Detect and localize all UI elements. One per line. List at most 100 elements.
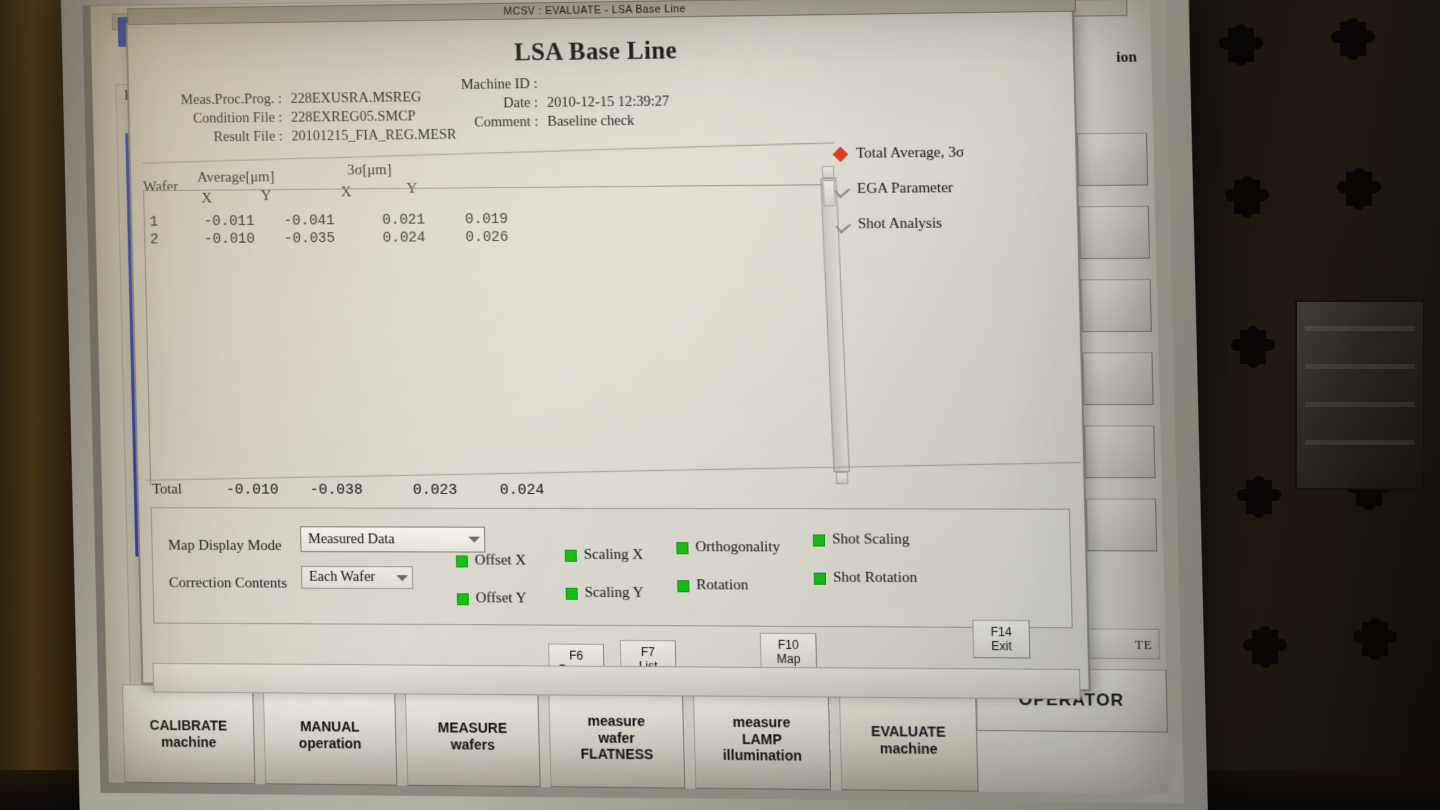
label-correction-contents: Correction Contents	[168, 575, 288, 592]
cell-avg-x: -0.011	[203, 213, 255, 231]
checkbox-rotation[interactable]: Rotation	[677, 577, 748, 594]
checkbox-checked-icon	[455, 554, 469, 567]
radio-unselected-check-icon	[836, 184, 848, 196]
cell-sig-y: 0.019	[464, 211, 509, 229]
view-mode-radio-group: Total Average, 3σ EGA Parameter Shot Ana…	[835, 144, 1072, 252]
lsa-base-line-dialog: MCSV : EVALUATE - LSA Base Line LSA Base…	[125, 0, 1091, 700]
panel-hole-icon	[1237, 476, 1281, 518]
checkbox-label: Offset Y	[475, 590, 527, 607]
checkbox-scaling-y[interactable]: Scaling Y	[565, 584, 644, 602]
scrollbar-thumb[interactable]	[822, 179, 836, 207]
fkey-number: F6	[569, 648, 584, 663]
column-group-3sigma: 3σ[μm]	[346, 162, 392, 179]
cell-sig-x: 0.021	[382, 212, 426, 229]
info-right-column: Machine ID : Date : 2010-12-15 12:39:27 …	[441, 73, 670, 132]
screenshot-root: F S ion TE OPERATOR CALIBRATE mac	[0, 0, 1440, 810]
checkbox-shot-scaling[interactable]: Shot Scaling	[812, 531, 910, 548]
nav-label-line2: machine	[161, 733, 217, 751]
checkbox-label: Scaling Y	[584, 584, 644, 602]
info-value: 228EXREG05.SMCP	[290, 108, 416, 126]
radio-selected-diamond-icon	[835, 148, 847, 160]
background-side-button[interactable]	[1080, 278, 1152, 333]
info-label: Comment :	[473, 113, 539, 131]
info-value: 20101215_FIA_REG.MESR	[291, 126, 457, 145]
nav-label-line1: measure	[732, 714, 791, 731]
background-side-button[interactable]	[1078, 205, 1151, 260]
nav-button-measure-wafer-flatness[interactable]: measure wafer FLATNESS	[548, 687, 686, 789]
bottom-nav-strip: CALIBRATE machine MANUAL operation MEASU…	[122, 684, 979, 792]
nav-label-line3: illumination	[722, 747, 803, 764]
panel-hole-icon	[1331, 18, 1375, 60]
checkbox-checked-icon	[565, 587, 578, 600]
background-right-button-stack[interactable]	[1076, 132, 1158, 572]
table-row[interactable]: 2 -0.010 -0.035 0.024 0.026	[150, 228, 562, 249]
nav-label-line1: measure	[587, 712, 646, 730]
info-value: Baseline check	[547, 112, 635, 130]
total-avg-y: -0.038	[309, 481, 363, 499]
monitor-screen: F S ion TE OPERATOR CALIBRATE mac	[90, 0, 1170, 794]
info-label: Machine ID :	[460, 76, 538, 93]
nav-button-manual-operation[interactable]: MANUAL operation	[262, 685, 398, 786]
checkbox-orthogonality[interactable]: Orthogonality	[676, 539, 780, 556]
panel-hole-icon	[1353, 618, 1397, 660]
checkbox-offset-y[interactable]: Offset Y	[456, 590, 527, 607]
radio-label: Shot Analysis	[857, 215, 943, 233]
info-row-comment: Comment : Baseline check	[442, 111, 670, 132]
scroll-down-arrow-icon[interactable]	[835, 471, 849, 485]
chevron-down-icon	[396, 574, 409, 581]
nav-label-line3: FLATNESS	[580, 745, 654, 763]
checkbox-shot-rotation[interactable]: Shot Rotation	[813, 569, 918, 588]
nav-label-line2: machine	[879, 740, 938, 757]
background-side-button[interactable]	[1085, 498, 1158, 552]
nav-button-measure-lamp-illumination[interactable]: measure LAMP illumination	[692, 688, 832, 791]
nav-label-line1: CALIBRATE	[149, 717, 228, 734]
correction-contents-dropdown[interactable]: Each Wafer	[300, 565, 414, 590]
background-side-button[interactable]	[1084, 425, 1156, 479]
checkbox-label: Shot Rotation	[832, 569, 918, 587]
checkbox-checked-icon	[812, 533, 826, 547]
total-sig-y: 0.024	[499, 481, 545, 499]
map-display-mode-value: Measured Data	[307, 530, 395, 547]
info-left-column: Meas.Proc.Prog. : 228EXUSRA.MSREG Condit…	[158, 88, 457, 148]
checkbox-scaling-x[interactable]: Scaling X	[564, 547, 644, 564]
panel-hole-icon	[1225, 176, 1269, 218]
scroll-up-arrow-icon[interactable]	[821, 165, 835, 179]
function-key-f10-map[interactable]: F10 Map	[759, 632, 818, 672]
info-value: 228EXUSRA.MSREG	[290, 89, 422, 107]
fkey-number: F14	[990, 624, 1012, 639]
function-key-f14-exit[interactable]: F14 Exit	[972, 619, 1031, 659]
nav-label-line1: EVALUATE	[870, 723, 946, 741]
nav-button-calibrate-machine[interactable]: CALIBRATE machine	[122, 684, 256, 785]
cell-avg-y: -0.035	[283, 231, 336, 248]
info-label: Condition File :	[192, 109, 283, 127]
nav-label-line2: operation	[298, 735, 362, 752]
nav-label-line2: wafers	[450, 736, 495, 753]
nav-label-line1: MANUAL	[299, 718, 360, 736]
column-group-average: Average[μm]	[196, 169, 275, 186]
cell-avg-x: -0.010	[204, 231, 256, 248]
checkbox-checked-icon	[676, 541, 689, 554]
nav-button-measure-wafers[interactable]: MEASURE wafers	[404, 686, 541, 788]
options-group: Map Display Mode Measured Data Correctio…	[150, 507, 1073, 629]
nav-button-evaluate-machine[interactable]: EVALUATE machine	[838, 689, 979, 792]
checkbox-checked-icon	[456, 592, 469, 605]
radio-shot-analysis[interactable]: Shot Analysis	[836, 215, 1071, 234]
cell-sig-y: 0.026	[465, 229, 509, 247]
radio-ega-parameter[interactable]: EGA Parameter	[836, 179, 1071, 198]
nav-label-line2: LAMP	[741, 730, 783, 748]
fkey-name: Exit	[991, 639, 1012, 654]
total-sig-x: 0.023	[412, 481, 458, 499]
checkbox-offset-x[interactable]: Offset X	[455, 552, 527, 569]
checkbox-checked-icon	[677, 579, 690, 592]
radio-total-average-3sigma[interactable]: Total Average, 3σ	[835, 144, 1070, 163]
background-side-button[interactable]	[1082, 352, 1154, 406]
checkbox-label: Orthogonality	[695, 539, 781, 556]
info-block: Meas.Proc.Prog. : 228EXUSRA.MSREG Condit…	[129, 76, 1079, 151]
checkbox-label: Offset X	[474, 552, 527, 569]
checkbox-label: Shot Scaling	[831, 531, 910, 548]
info-row-result-file: Result File : 20101215_FIA_REG.MESR	[159, 126, 457, 148]
panel-hole-icon	[1219, 24, 1263, 66]
background-side-button[interactable]	[1076, 132, 1149, 187]
info-label: Meas.Proc.Prog. :	[180, 91, 283, 109]
cell-wafer: 2	[149, 232, 159, 249]
